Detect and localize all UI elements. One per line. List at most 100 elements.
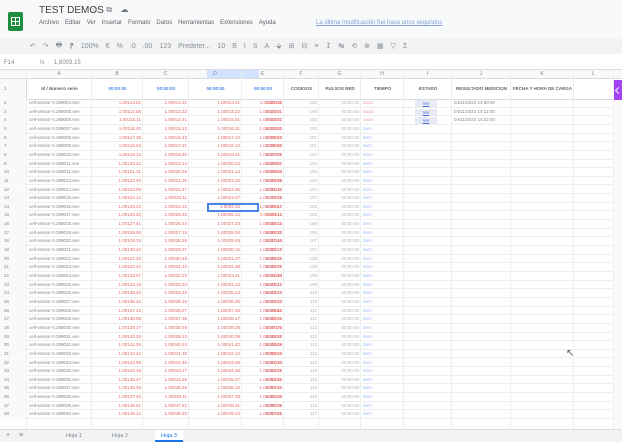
cell-time[interactable]: 00:00:00 (319, 160, 361, 169)
toolbar-button-2[interactable]: 🖶 (56, 41, 63, 52)
header-cell-4[interactable]: 00:00:00 (242, 79, 284, 99)
cell-code[interactable]: 1.00028 (242, 341, 284, 350)
cell-id[interactable]: cell-sensor-0.289032.sen (27, 341, 92, 350)
cell-value[interactable]: 1.00022.25 (189, 177, 242, 186)
cell-value[interactable]: 1.00018.12 (189, 142, 242, 151)
cell-pulses[interactable]: 109 (284, 272, 319, 281)
cell-code[interactable]: 1.00023 (242, 298, 284, 307)
cell-value[interactable]: 1.00129.15 (92, 237, 143, 246)
cell-status[interactable]: Bien (361, 410, 404, 419)
cell-value[interactable]: 1.00039.13 (143, 333, 189, 342)
cell-code[interactable]: 1.00016 (242, 237, 284, 246)
toolbar-button-11[interactable]: 10 (217, 43, 225, 50)
cell-value[interactable]: 1.00130.24 (92, 246, 143, 255)
cell-id[interactable]: cell-sensor-0.289028.sen (27, 307, 92, 316)
cell-status[interactable]: Bien (361, 203, 404, 212)
cell-id[interactable]: cell-sensor-0.289033.sen (27, 350, 92, 359)
cell-id[interactable]: cell-sensor-0.289016.sen (27, 203, 92, 212)
toolbar-button-22[interactable]: ⟲ (351, 42, 357, 50)
row-number[interactable]: 17 (0, 228, 27, 238)
cell-code[interactable]: 1.00009 (242, 177, 284, 186)
cell-value[interactable]: 1.00019.41 (189, 151, 242, 160)
cell-value[interactable]: 1.00115.11 (92, 116, 143, 125)
cell-time[interactable]: 00:00:00 (319, 272, 361, 281)
cell-id[interactable]: cell-sensor-0.289008.sen (27, 134, 92, 143)
cell-value[interactable]: 1.00029.37 (143, 246, 189, 255)
cell-id[interactable]: cell-sensor-0.289027.sen (27, 298, 92, 307)
cell-code[interactable]: 1.00025 (242, 315, 284, 324)
result-link[interactable]: Ver (415, 108, 437, 116)
cell-value[interactable]: 1.00035.16 (143, 298, 189, 307)
toolbar-button-13[interactable]: I (244, 43, 246, 50)
cell-value[interactable]: 1.00045.47 (189, 376, 242, 385)
cell-id[interactable]: cell-sensor-0.289014.sen (27, 186, 92, 195)
cell-id[interactable]: cell-sensor-0.289023.sen (27, 263, 92, 272)
cell-id[interactable]: cell-sensor-0.289031.sen (27, 333, 92, 342)
cell-value[interactable]: 1.00017.21 (143, 142, 189, 151)
cell-value[interactable]: 1.00125.23 (92, 203, 143, 212)
header-cell-7[interactable]: TIEMPO (361, 79, 404, 99)
cell-code[interactable]: 1.00011 (242, 194, 284, 203)
cell-id[interactable]: cell-sensor-0.289040.sen (27, 410, 92, 419)
cell-value[interactable]: 1.00132.42 (92, 263, 143, 272)
cell-value[interactable]: 1.00036.35 (189, 298, 242, 307)
menu-item-6[interactable]: Herramientas (178, 20, 214, 26)
cell-value[interactable]: 1.00034.13 (189, 281, 242, 290)
toolbar-button-24[interactable]: ▦ (377, 42, 384, 50)
cell-pulses[interactable]: 102 (284, 160, 319, 169)
cell-value[interactable]: 1.00038.17 (189, 315, 242, 324)
cell-value[interactable]: 1.00021.14 (189, 168, 242, 177)
column-header-E[interactable]: E (242, 70, 284, 78)
toolbar-button-8[interactable]: .00 (143, 43, 153, 50)
cell-value[interactable]: 1.00025.33 (143, 211, 189, 220)
column-header-F[interactable]: F (284, 70, 319, 78)
cell-value[interactable]: 1.00030.16 (189, 246, 242, 255)
cell-value[interactable]: 1.00148.01 (92, 402, 143, 411)
cell-time[interactable]: 00:00:00 (319, 125, 361, 134)
cell-value[interactable]: 1.00049.43 (189, 410, 242, 419)
cell-id[interactable]: cell-sensor-0.289038.sen (27, 393, 92, 402)
cell-time[interactable]: 00:00:00 (319, 108, 361, 117)
cell-value[interactable]: 1.00040.39 (189, 333, 242, 342)
cell-status[interactable]: Bien (361, 237, 404, 246)
row-number[interactable]: 2 (0, 99, 27, 108)
cell-value[interactable]: 1.00044.28 (143, 376, 189, 385)
cell-value[interactable]: 1.00012.21 (143, 99, 189, 108)
column-header-H[interactable]: H (361, 70, 404, 78)
cell-id[interactable]: cell-sensor-0.289012.sen (27, 168, 92, 177)
row-number[interactable]: 38 (0, 410, 27, 420)
cell-time[interactable]: 00:00:00 (319, 281, 361, 290)
cell-value[interactable]: 1.00144.18 (92, 367, 143, 376)
cell-id[interactable]: cell-sensor-0.289004.sen (27, 99, 92, 108)
row-number[interactable]: 18 (0, 237, 27, 247)
cell-value[interactable]: 1.00014.41 (143, 116, 189, 125)
cell-code[interactable]: 1.00019 (242, 263, 284, 272)
cell-code[interactable]: 1.00015 (242, 229, 284, 238)
cell-status[interactable]: Bien (361, 177, 404, 186)
cell-status[interactable]: Bien (361, 220, 404, 229)
toolbar-button-12[interactable]: B (232, 43, 237, 50)
toolbar-button-10[interactable]: Predeter... (178, 43, 210, 50)
cell-code[interactable]: 1.00003 (242, 125, 284, 134)
cell-status[interactable]: vacio (361, 99, 404, 108)
row-number[interactable]: 35 (0, 384, 27, 394)
cell-code[interactable]: 1.00005 (242, 142, 284, 151)
side-panel-toggle-icon[interactable] (614, 80, 622, 100)
cell-value[interactable]: 1.00020.25 (143, 168, 189, 177)
add-sheet-icon[interactable]: + (6, 432, 10, 439)
row-number[interactable]: 1 (0, 79, 27, 99)
cell-pulses[interactable]: 108 (284, 263, 319, 272)
cell-value[interactable]: 1.00046.18 (189, 384, 242, 393)
cell-id[interactable]: cell-sensor-0.289025.sen (27, 281, 92, 290)
toolbar-button-23[interactable]: ⊕ (364, 42, 370, 50)
cell-id[interactable]: cell-sensor-0.289036.sen (27, 376, 92, 385)
toolbar-button-9[interactable]: 123 (159, 43, 171, 50)
cell-code[interactable]: 1.00001 (242, 108, 284, 117)
cell-pulses[interactable]: 102 (284, 151, 319, 160)
cell-pulses[interactable]: 113 (284, 341, 319, 350)
row-number[interactable]: 13 (0, 194, 27, 203)
cell-value[interactable]: 1.00017.22 (189, 134, 242, 143)
cell-status[interactable]: Bien (361, 194, 404, 203)
cell-value[interactable]: 1.00043.17 (143, 367, 189, 376)
cell-value[interactable]: 1.00122.40 (92, 177, 143, 186)
